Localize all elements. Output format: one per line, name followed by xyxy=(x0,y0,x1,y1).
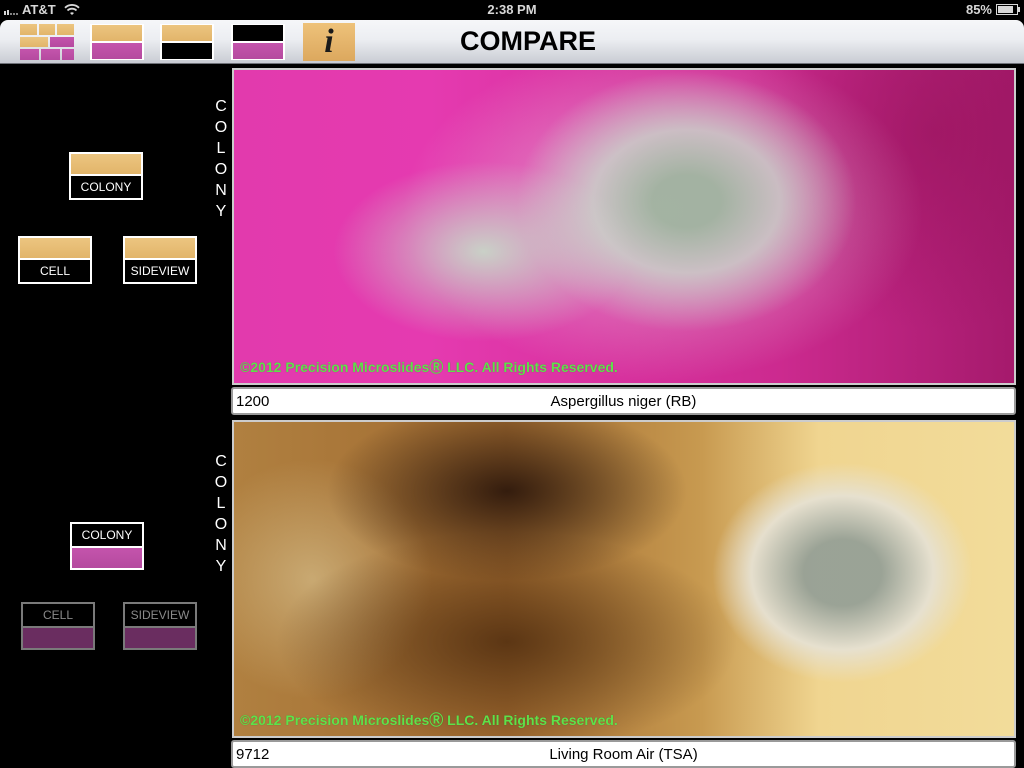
split-black-pink-icon[interactable] xyxy=(231,24,285,60)
letter: C xyxy=(215,98,227,115)
bottom-sideview-label: SIDEVIEW xyxy=(125,604,195,628)
top-sideview-label: SIDEVIEW xyxy=(125,258,195,282)
bottom-view-label: C O L O N Y xyxy=(213,451,229,577)
bottom-sideview-button[interactable]: SIDEVIEW xyxy=(123,602,197,650)
battery-icon xyxy=(996,4,1020,15)
pink-swatch xyxy=(125,628,195,648)
copyright-text: ©2012 Precision MicroslidesⓇ LLC. All Ri… xyxy=(240,359,618,375)
bottom-colony-button[interactable]: COLONY xyxy=(70,522,144,570)
status-bar: AT&T 2:38 PM 85% xyxy=(0,0,1024,20)
top-specimen-image[interactable]: ©2012 Precision MicroslidesⓇ LLC. All Ri… xyxy=(232,68,1016,385)
letter: N xyxy=(215,537,227,554)
letter: L xyxy=(216,140,226,157)
pink-swatch xyxy=(23,628,93,648)
bottom-cell-label: CELL xyxy=(23,604,93,628)
letter: Y xyxy=(215,558,227,575)
bottom-caption: 9712 Living Room Air (TSA) xyxy=(231,740,1016,768)
split-tan-pink-icon[interactable] xyxy=(90,24,144,60)
top-caption: 1200 Aspergillus niger (RB) xyxy=(231,387,1016,415)
info-icon[interactable]: i xyxy=(303,23,355,61)
battery-group: 85% xyxy=(965,2,1020,17)
letter: C xyxy=(215,453,227,470)
split-tan-black-icon[interactable] xyxy=(160,24,214,60)
top-colony-button[interactable]: COLONY xyxy=(69,152,143,200)
tan-swatch xyxy=(20,238,90,258)
page-title: COMPARE xyxy=(460,26,597,56)
toolbar: i COMPARE xyxy=(0,20,1024,64)
top-colony-label: COLONY xyxy=(71,174,141,198)
pink-swatch xyxy=(72,548,142,568)
bottom-specimen-image[interactable]: ©2012 Precision MicroslidesⓇ LLC. All Ri… xyxy=(232,420,1016,738)
letter: Y xyxy=(215,203,227,220)
specimen-name: Aspergillus niger (RB) xyxy=(550,393,697,410)
clock: 2:38 PM xyxy=(487,2,537,17)
specimen-name: Living Room Air (TSA) xyxy=(549,746,698,763)
letter: O xyxy=(214,516,228,533)
letter: L xyxy=(216,495,226,512)
tan-swatch xyxy=(125,238,195,258)
bottom-cell-button[interactable]: CELL xyxy=(21,602,95,650)
top-cell-label: CELL xyxy=(20,258,90,282)
letter: N xyxy=(215,182,227,199)
letter: O xyxy=(214,119,228,136)
battery-percent: 85% xyxy=(965,2,992,17)
letter: O xyxy=(214,161,228,178)
tan-swatch xyxy=(71,154,141,174)
bottom-colony-label: COLONY xyxy=(72,524,142,548)
top-sideview-button[interactable]: SIDEVIEW xyxy=(123,236,197,284)
letter: O xyxy=(214,474,228,491)
top-cell-button[interactable]: CELL xyxy=(18,236,92,284)
copyright-text: ©2012 Precision MicroslidesⓇ LLC. All Ri… xyxy=(240,712,618,728)
top-view-label: C O L O N Y xyxy=(213,96,229,222)
grid-tiles-icon[interactable] xyxy=(20,24,75,60)
